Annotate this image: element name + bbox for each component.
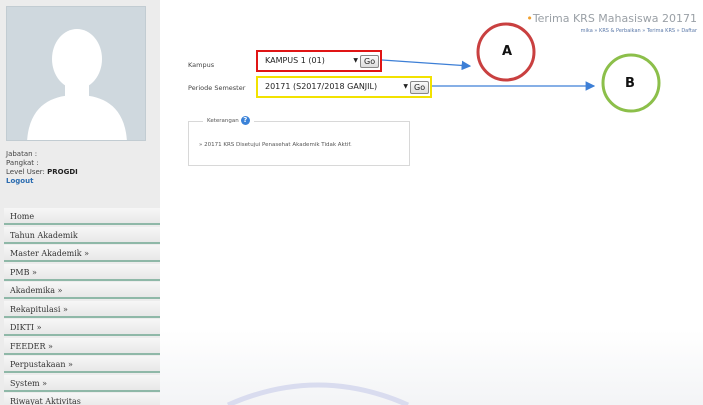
annotation-label-b: B [625, 76, 635, 91]
annotation-layer [381, 22, 661, 113]
annotation-label-a: A [502, 44, 513, 59]
arrow-a [381, 59, 472, 71]
